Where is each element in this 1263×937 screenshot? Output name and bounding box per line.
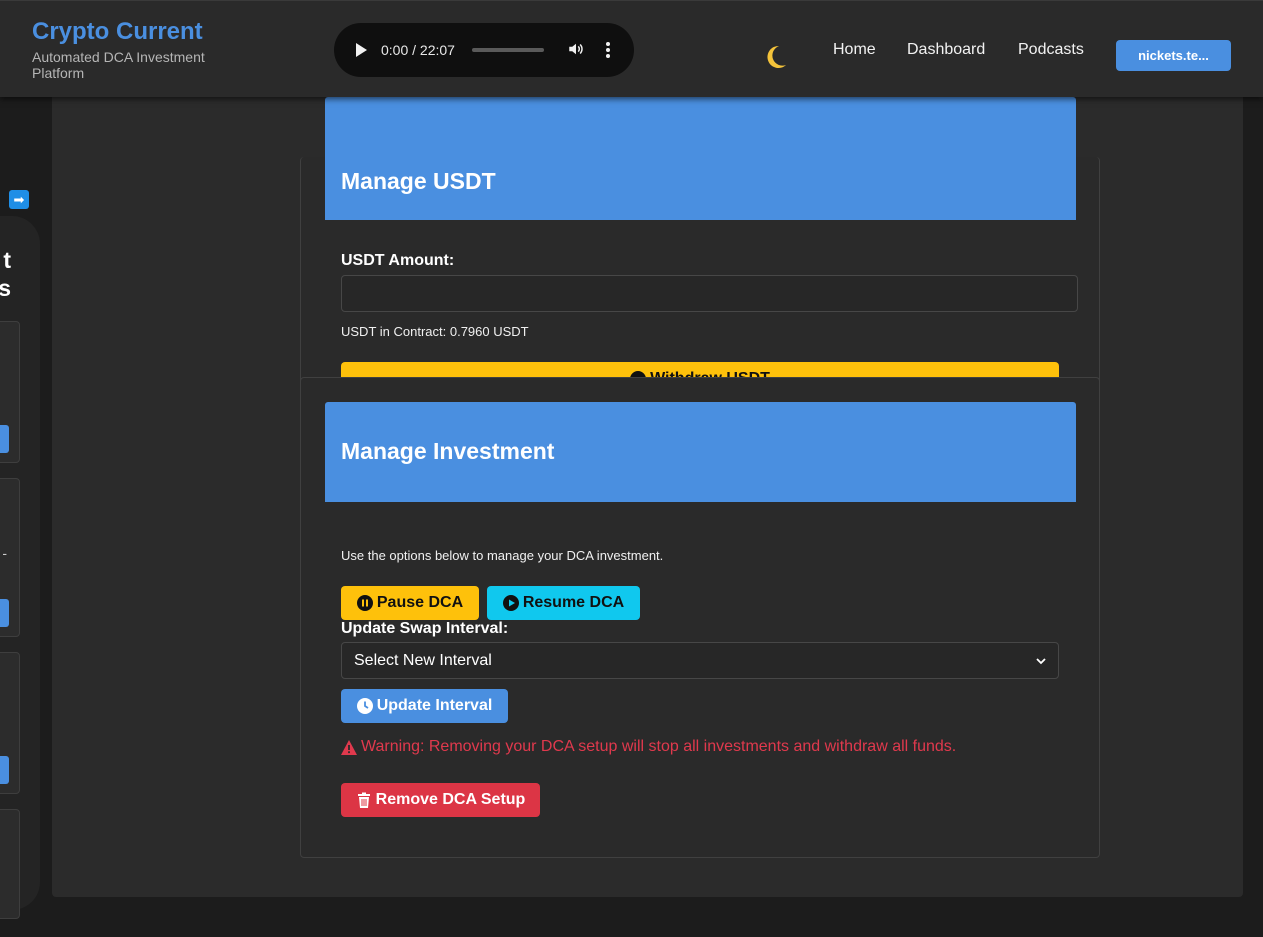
manage-usdt-title: Manage USDT: [341, 168, 496, 194]
sidebar-heading: t s: [0, 247, 11, 301]
chevron-down-icon: [1036, 657, 1046, 664]
swap-interval-selected: Select New Interval: [354, 651, 492, 669]
nav-podcasts[interactable]: Podcasts: [1018, 41, 1084, 59]
warning-triangle-icon: [341, 739, 357, 755]
play-icon[interactable]: [356, 43, 367, 57]
manage-investment-title: Manage Investment: [341, 438, 555, 464]
audio-seek-bar[interactable]: [472, 48, 544, 52]
audio-player: 0:00 / 22:07: [334, 23, 634, 77]
brand-title[interactable]: Crypto Current: [32, 18, 203, 46]
sidebar-card-button[interactable]: [0, 599, 9, 627]
update-interval-label: Update Interval: [376, 697, 493, 714]
remove-warning: Warning: Removing your DCA setup will st…: [341, 738, 956, 756]
sidebar-card-button[interactable]: [0, 756, 9, 784]
usdt-amount-label: USDT Amount:: [341, 252, 455, 269]
resume-dca-label: Resume DCA: [522, 594, 625, 611]
manage-usdt-header: Manage USDT: [325, 97, 1076, 220]
trash-icon: [357, 792, 370, 808]
sidebar-card: [0, 809, 20, 919]
sidebar-card: [0, 652, 20, 794]
sidebar-card-button[interactable]: [0, 425, 9, 453]
swap-interval-label: Update Swap Interval:: [341, 620, 509, 637]
investment-description: Use the options below to manage your DCA…: [341, 548, 664, 563]
resume-dca-button[interactable]: Resume DCA: [487, 586, 640, 620]
usdt-contract-info: USDT in Contract: 0.7960 USDT: [341, 324, 529, 339]
audio-time: 0:00 / 22:07: [381, 42, 455, 58]
top-header: Crypto Current Automated DCA Investment …: [0, 0, 1263, 97]
sidebar-toggle-arrow-icon[interactable]: ➡: [9, 190, 29, 209]
brand-subtitle: Automated DCA Investment Platform: [32, 49, 205, 81]
wallet-button[interactable]: nickets.te...: [1116, 40, 1231, 71]
sidebar-card: -: [0, 478, 20, 637]
swap-interval-select[interactable]: Select New Interval: [341, 642, 1059, 679]
more-options-icon[interactable]: [602, 40, 614, 60]
manage-investment-header: Manage Investment: [325, 402, 1076, 502]
pause-dca-label: Pause DCA: [376, 594, 464, 611]
pause-circle-icon: [356, 595, 373, 611]
clock-icon: [356, 698, 373, 714]
main-panel: Manage USDT USDT Amount: USDT in Contrac…: [52, 97, 1243, 897]
nav-home[interactable]: Home: [833, 41, 876, 59]
usdt-amount-input[interactable]: [341, 275, 1078, 312]
moon-icon[interactable]: [763, 41, 789, 71]
volume-icon[interactable]: [567, 40, 585, 58]
remove-dca-button[interactable]: Remove DCA Setup: [341, 783, 540, 817]
play-circle-icon: [502, 595, 519, 611]
nav-dashboard[interactable]: Dashboard: [907, 41, 985, 59]
sidebar-card: [0, 321, 20, 463]
remove-dca-label: Remove DCA Setup: [375, 791, 526, 808]
sidebar-card-text: -: [2, 545, 7, 561]
update-interval-button[interactable]: Update Interval: [341, 689, 508, 723]
remove-warning-text: Warning: Removing your DCA setup will st…: [361, 738, 957, 755]
pause-dca-button[interactable]: Pause DCA: [341, 586, 479, 620]
manage-investment-card: Manage Investment Use the options below …: [300, 377, 1100, 858]
